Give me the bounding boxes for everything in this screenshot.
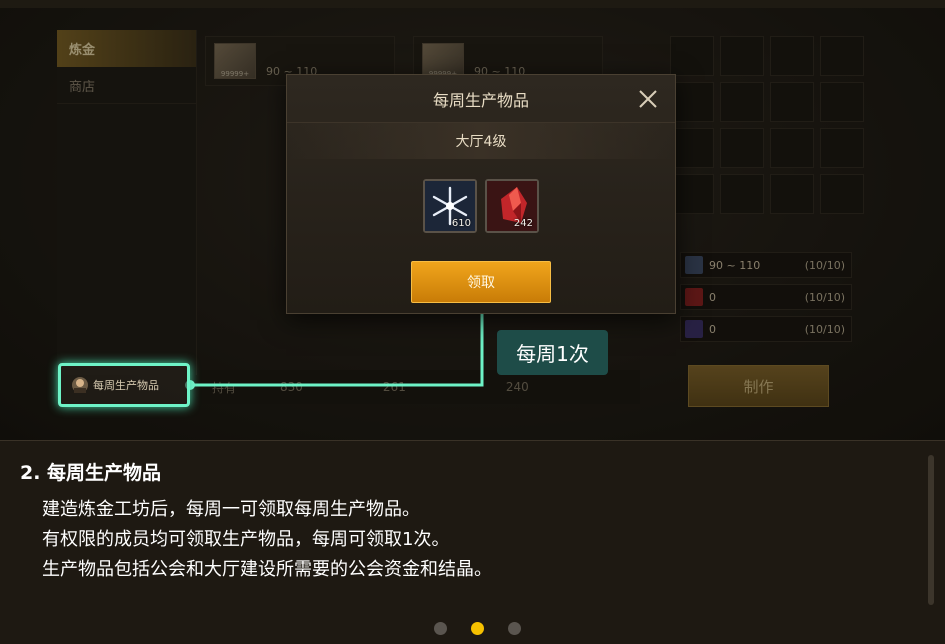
reward-item[interactable]: 242: [485, 179, 539, 233]
description-line: 生产物品包括公会和大厅建设所需要的公会资金和结晶。: [42, 559, 492, 580]
modal-header: 每周生产物品: [287, 75, 675, 123]
description-line: 建造炼金工坊后，每周一可领取每周生产物品。: [42, 499, 420, 520]
claim-button[interactable]: 领取: [411, 261, 551, 303]
description-line: 有权限的成员均可领取生产物品，每周可领取1次。: [42, 529, 450, 550]
page-dot-active[interactable]: [471, 622, 484, 635]
weekly-production-modal: 每周生产物品 大厅4级 610 242 领取: [286, 74, 676, 314]
description-heading: 2. 每周生产物品: [20, 462, 162, 484]
hall-level: 大厅4级: [287, 123, 675, 159]
description: 2. 每周生产物品 建造炼金工坊后，每周一可领取每周生产物品。 有权限的成员均可…: [20, 458, 492, 585]
npc-avatar-icon: [72, 377, 88, 393]
page-dot[interactable]: [434, 622, 447, 635]
reward-qty: 610: [451, 218, 471, 229]
guide-polyline: [190, 305, 484, 387]
pagination-dots: [434, 622, 521, 635]
page-dot[interactable]: [508, 622, 521, 635]
weekly-once-callout: 每周1次: [497, 330, 608, 375]
close-icon[interactable]: [635, 86, 661, 112]
weekly-production-button[interactable]: 每周生产物品: [58, 363, 190, 407]
modal-title: 每周生产物品: [432, 90, 529, 110]
section-divider: [0, 440, 945, 441]
reward-qty: 242: [513, 218, 533, 229]
reward-item[interactable]: 610: [423, 179, 477, 233]
scrollbar[interactable]: [928, 455, 934, 605]
weekly-button-label: 每周生产物品: [93, 379, 159, 392]
game-screenshot: 炼金 商店 99999+ 90 ~ 110 99999+ 90 ~ 110 90…: [0, 0, 945, 440]
